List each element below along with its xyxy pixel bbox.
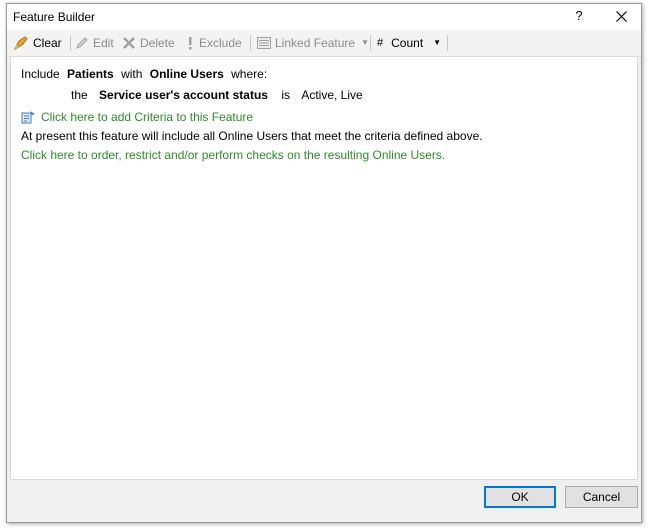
- add-criteria-icon: [21, 111, 35, 124]
- add-criteria-link[interactable]: Click here to add Criteria to this Featu…: [21, 110, 253, 124]
- the-word: the: [71, 88, 88, 102]
- chevron-down-icon: ▼: [433, 38, 442, 47]
- with-word: with: [121, 67, 143, 81]
- clear-label: Clear: [33, 36, 62, 50]
- help-button[interactable]: ?: [569, 8, 589, 26]
- edit-label: Edit: [93, 36, 114, 50]
- target-entity[interactable]: Online Users: [150, 67, 224, 81]
- exclude-label: Exclude: [199, 36, 242, 50]
- eraser-icon: [13, 36, 28, 51]
- linked-feature-label: Linked Feature: [275, 36, 356, 50]
- delete-button[interactable]: Delete: [122, 34, 175, 52]
- close-icon: [615, 11, 627, 22]
- list-icon: [257, 37, 271, 49]
- toolbar-separator: [370, 35, 371, 51]
- include-statement: Include Patients with Online Users where…: [21, 67, 267, 81]
- cancel-button[interactable]: Cancel: [565, 486, 638, 508]
- title-bar: Feature Builder ?: [7, 4, 641, 30]
- close-button[interactable]: [610, 7, 632, 27]
- chevron-down-icon: ▼: [361, 38, 369, 47]
- summary-text: At present this feature will include all…: [21, 129, 483, 143]
- clear-button[interactable]: Clear: [13, 34, 62, 52]
- count-dropdown[interactable]: # Count ▼: [377, 34, 441, 52]
- criteria-row[interactable]: the Service user's account status is Act…: [71, 88, 363, 102]
- delete-icon: [123, 37, 135, 49]
- exclamation-icon: [189, 37, 192, 50]
- exclude-button[interactable]: Exclude: [185, 34, 242, 52]
- delete-label: Delete: [140, 36, 175, 50]
- toolbar-separator: [447, 35, 448, 51]
- criteria-field[interactable]: Service user's account status: [99, 88, 268, 102]
- toolbar-separator: [70, 35, 71, 51]
- linked-feature-dropdown[interactable]: Linked Feature ▼: [257, 34, 369, 52]
- subject-entity[interactable]: Patients: [67, 67, 114, 81]
- edit-button[interactable]: Edit: [75, 34, 114, 52]
- hash-icon: #: [377, 37, 384, 49]
- toolbar-separator: [250, 35, 251, 51]
- toolbar: Clear Edit Delete Exclude Linked Feature…: [7, 30, 641, 57]
- where-word: where:: [231, 67, 268, 81]
- pencil-icon: [76, 37, 88, 49]
- include-word: Include: [21, 67, 60, 81]
- ok-button[interactable]: OK: [484, 486, 556, 508]
- feature-definition-panel: Include Patients with Online Users where…: [10, 56, 638, 480]
- window-title: Feature Builder: [13, 10, 96, 24]
- order-restrict-link[interactable]: Click here to order, restrict and/or per…: [21, 148, 445, 162]
- feature-builder-dialog: Feature Builder ? Clear Edit Delete Excl…: [6, 3, 642, 523]
- criteria-values[interactable]: Active, Live: [301, 88, 362, 102]
- is-word: is: [281, 88, 290, 102]
- count-label: Count: [391, 36, 424, 50]
- add-criteria-label: Click here to add Criteria to this Featu…: [41, 110, 254, 124]
